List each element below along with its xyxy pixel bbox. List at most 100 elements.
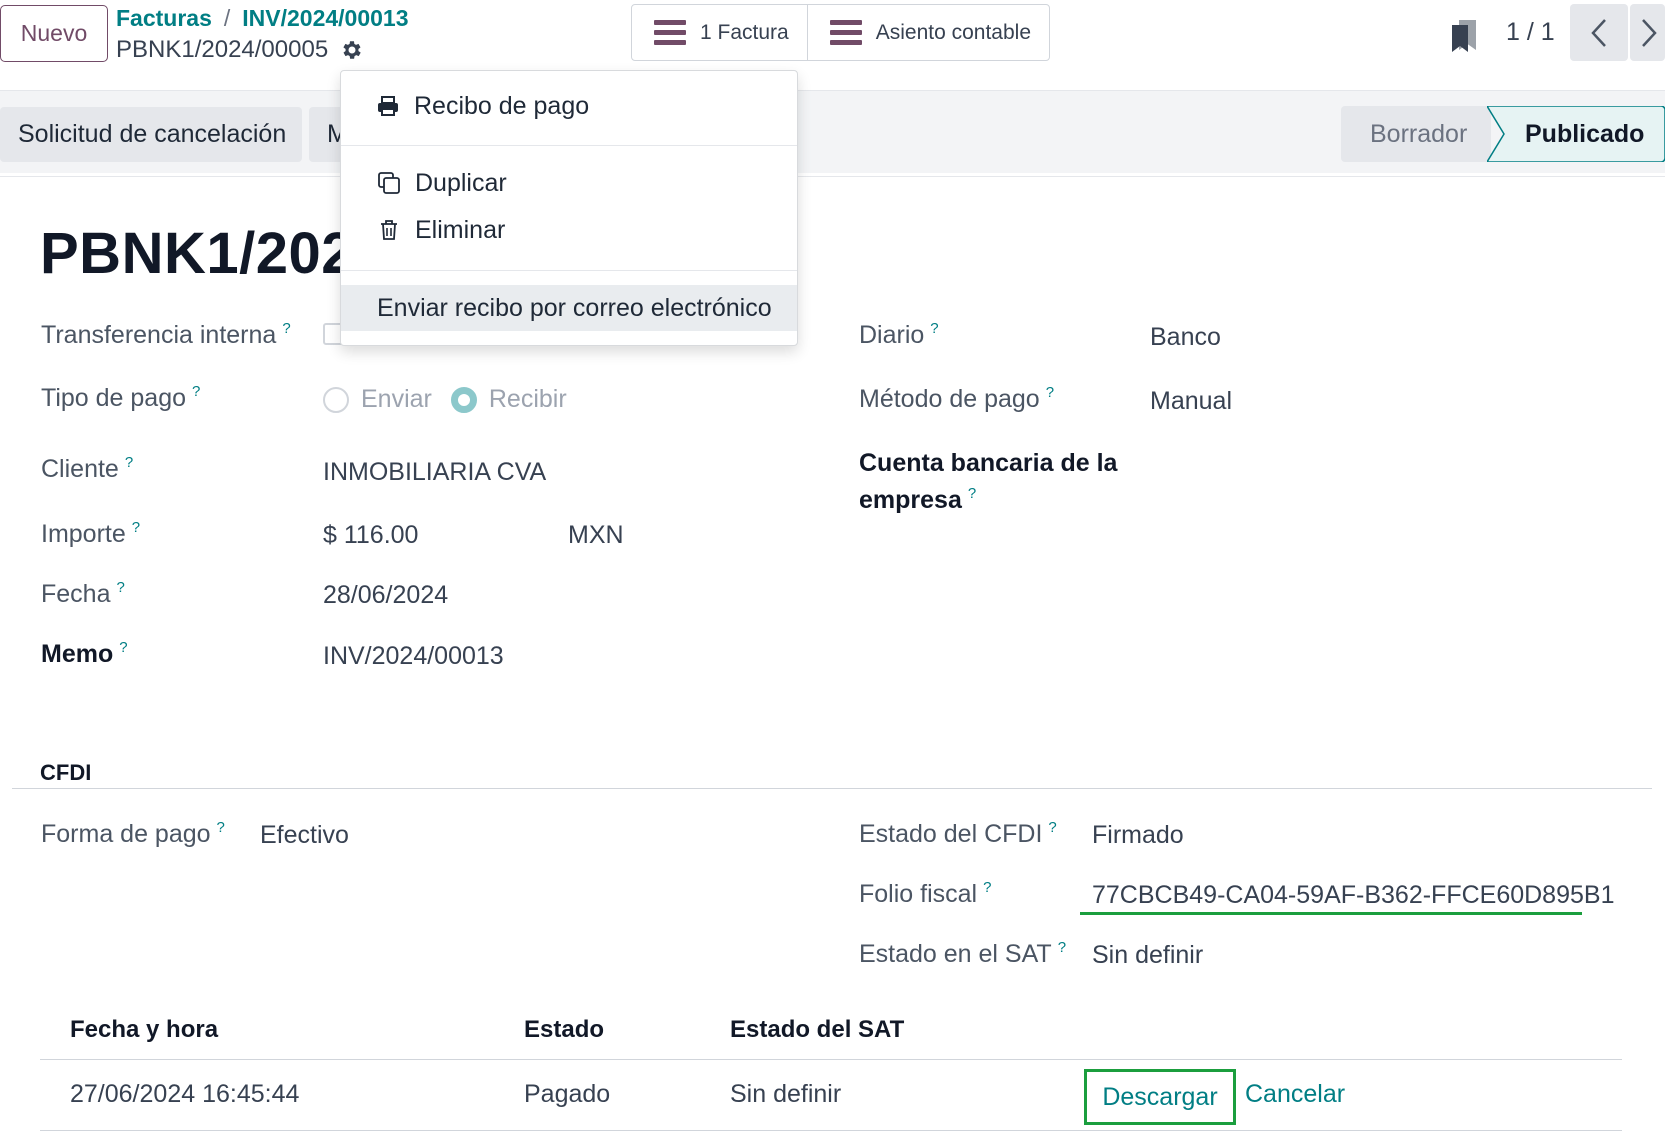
menu-item-label: Enviar recibo por correo electrónico	[377, 293, 772, 322]
cfdi-heading: CFDI	[40, 760, 92, 785]
recibir-radio[interactable]	[450, 386, 477, 413]
forma-pago-value[interactable]: Efectivo	[260, 821, 349, 850]
column-header-fecha-hora[interactable]: Fecha y hora	[70, 1016, 218, 1044]
cliente-text: Cliente	[41, 455, 119, 483]
importe-text: Importe	[41, 520, 126, 548]
enviar-label: Enviar	[361, 385, 432, 413]
row-estado-sat: Sin definir	[730, 1080, 842, 1108]
folio-fiscal-text: Folio fiscal	[859, 880, 978, 908]
metodo-pago-text: Método de pago	[859, 385, 1040, 413]
metodo-pago-label: Método de pago?	[859, 384, 1054, 414]
cliente-value[interactable]: INMOBILIARIA CVA	[323, 458, 546, 487]
memo-value[interactable]: INV/2024/00013	[323, 642, 504, 671]
table-header-divider	[40, 1059, 1622, 1060]
memo-label: Memo?	[41, 639, 128, 669]
transferencia-interna-label: Transferencia interna?	[41, 320, 291, 350]
help-icon[interactable]: ?	[1046, 384, 1054, 401]
forma-pago-text: Forma de pago	[41, 820, 211, 848]
estado-sat-label: Estado en el SAT?	[859, 939, 1066, 969]
help-icon[interactable]: ?	[968, 485, 976, 502]
cancel-button[interactable]: Cancelar	[1245, 1080, 1345, 1109]
cancellation-request-button[interactable]: Solicitud de cancelación	[0, 107, 302, 162]
help-icon[interactable]: ?	[1048, 819, 1056, 836]
journal-entry-smart-button[interactable]: Asiento contable	[808, 5, 1049, 60]
invoices-smart-button[interactable]: 1 Factura	[632, 5, 808, 60]
stage-borrador[interactable]: Borrador	[1341, 106, 1491, 162]
printer-icon	[378, 96, 398, 116]
menu-item-eliminar[interactable]: Eliminar	[341, 207, 797, 253]
memo-text: Memo	[41, 640, 114, 668]
menu-item-recibo-pago[interactable]: Recibo de pago	[341, 83, 797, 129]
tipo-pago-radio-group: Enviar Recibir	[323, 385, 567, 414]
list-icon	[654, 19, 686, 46]
help-icon[interactable]: ?	[125, 454, 133, 471]
diario-value[interactable]: Banco	[1150, 323, 1221, 352]
help-icon[interactable]: ?	[930, 320, 938, 337]
metodo-pago-value[interactable]: Manual	[1150, 387, 1232, 416]
table-row-divider	[40, 1130, 1622, 1131]
importe-label: Importe?	[41, 519, 140, 549]
chevron-right-icon	[1642, 18, 1657, 47]
pager-prev-button[interactable]	[1570, 4, 1628, 61]
column-header-estado-sat[interactable]: Estado del SAT	[730, 1016, 904, 1044]
diario-label: Diario?	[859, 320, 939, 350]
list-icon	[829, 19, 862, 46]
copy-icon	[378, 172, 400, 194]
enviar-radio[interactable]	[323, 386, 349, 413]
cliente-label: Cliente?	[41, 454, 133, 484]
chevron-left-icon	[1591, 18, 1606, 47]
record-name: PBNK1/2024/00005	[116, 36, 329, 63]
help-icon[interactable]: ?	[192, 383, 200, 400]
estado-cfdi-label: Estado del CFDI?	[859, 819, 1057, 849]
forma-pago-label: Forma de pago?	[41, 819, 225, 849]
breadcrumb: Facturas / INV/2024/00013	[116, 5, 409, 32]
help-icon[interactable]: ?	[983, 879, 991, 896]
cuenta-bancaria-line2: empresa	[859, 486, 962, 514]
tipo-pago-label: Tipo de pago?	[41, 383, 200, 413]
folio-fiscal-label: Folio fiscal?	[859, 879, 991, 909]
pager-next-button[interactable]	[1630, 4, 1665, 61]
gear-icon[interactable]	[340, 38, 364, 62]
tipo-pago-text: Tipo de pago	[41, 384, 187, 412]
estado-sat-text: Estado en el SAT	[859, 940, 1052, 968]
currency-value[interactable]: MXN	[568, 521, 624, 550]
breadcrumb-facturas[interactable]: Facturas	[116, 5, 212, 31]
stage-publicado[interactable]: Publicado	[1525, 106, 1644, 162]
estado-cfdi-text: Estado del CFDI	[859, 820, 1043, 848]
menu-item-label: Recibo de pago	[414, 91, 590, 120]
divider	[12, 788, 1652, 789]
menu-item-enviar-recibo-email[interactable]: Enviar recibo por correo electrónico	[341, 285, 797, 331]
trash-icon	[381, 220, 397, 240]
help-icon[interactable]: ?	[119, 639, 127, 656]
fecha-label: Fecha?	[41, 579, 125, 609]
cuenta-bancaria-label: Cuenta bancaria de la empresa?	[859, 445, 1117, 522]
help-icon[interactable]: ?	[132, 519, 140, 536]
actions-dropdown-menu: Recibo de pago Duplicar Eliminar Enviar …	[340, 70, 798, 346]
recibir-label: Recibir	[488, 385, 567, 413]
help-icon[interactable]: ?	[1058, 939, 1066, 956]
help-icon[interactable]: ?	[282, 320, 290, 337]
estado-cfdi-value: Firmado	[1092, 821, 1184, 849]
download-button[interactable]: Descargar	[1084, 1069, 1236, 1125]
menu-divider	[341, 270, 797, 271]
row-estado: Pagado	[524, 1080, 611, 1108]
breadcrumb-invoice[interactable]: INV/2024/00013	[242, 5, 408, 31]
new-button[interactable]: Nuevo	[0, 5, 108, 62]
column-header-estado[interactable]: Estado	[524, 1016, 604, 1044]
folio-fiscal-highlight	[1080, 912, 1582, 915]
pager-value[interactable]: 1 / 1	[1506, 18, 1555, 47]
menu-item-label: Eliminar	[415, 215, 506, 244]
estado-sat-value: Sin definir	[1092, 941, 1204, 969]
fecha-value[interactable]: 28/06/2024	[323, 581, 448, 610]
folio-fiscal-value: 77CBCB49-CA04-59AF-B362-FFCE60D895B1	[1092, 881, 1615, 909]
invoices-smart-label: 1 Factura	[700, 20, 789, 44]
menu-item-duplicar[interactable]: Duplicar	[341, 160, 797, 206]
record-title: PBNK1/2024	[40, 221, 387, 286]
menu-item-label: Duplicar	[415, 168, 507, 197]
help-icon[interactable]: ?	[217, 819, 225, 836]
help-icon[interactable]: ?	[116, 579, 124, 596]
transferencia-interna-text: Transferencia interna	[41, 321, 277, 349]
row-fecha-hora: 27/06/2024 16:45:44	[70, 1080, 300, 1108]
fecha-text: Fecha	[41, 580, 111, 608]
importe-value[interactable]: $ 116.00	[323, 521, 418, 550]
